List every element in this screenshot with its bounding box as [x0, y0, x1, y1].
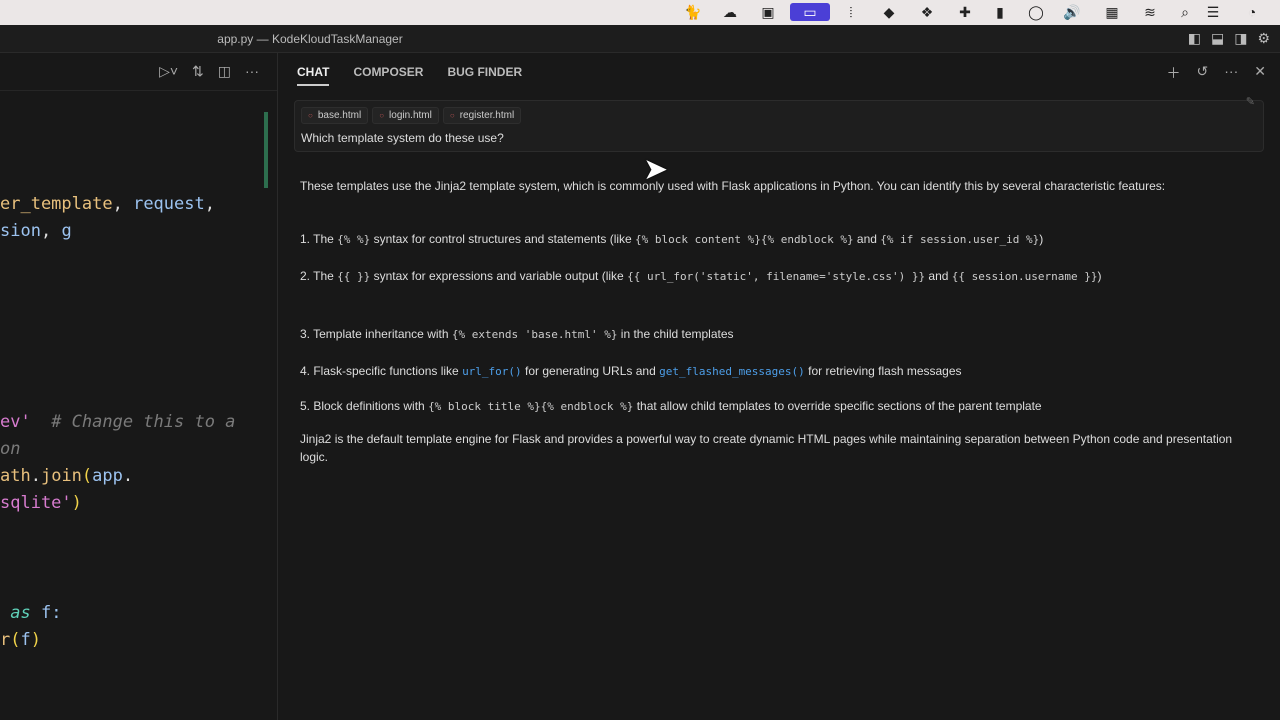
- tab-chat[interactable]: CHAT: [297, 65, 330, 86]
- code-token: .: [122, 466, 134, 486]
- mouse-cursor-icon: ➤: [643, 153, 669, 186]
- macos-menubar: 🐈 ☁ ▣ ▭ ⦙ ◆ ❖ ✚ ▮ ◯ 🔊 ▦ ≋ ⌕ ☰ ◔: [0, 0, 1280, 25]
- answer-point-4: 4. Flask-specific functions like url_for…: [300, 364, 962, 378]
- code-token: ath: [0, 466, 31, 486]
- code-token: sqlite': [0, 493, 72, 513]
- title-bar: app.py — KodeKloudTaskManager ◧ ⬓ ◨ ⚙: [0, 25, 1280, 53]
- context-chip[interactable]: ○ login.html: [372, 107, 439, 124]
- close-icon[interactable]: ✕: [1254, 63, 1266, 83]
- code-token: ev': [0, 412, 31, 432]
- toggle-secondary-sidebar-icon[interactable]: ◨: [1234, 30, 1247, 47]
- tab-bug-finder[interactable]: BUG FINDER: [447, 65, 522, 86]
- plugin-icon[interactable]: ✚: [955, 3, 975, 21]
- code-line: sqlite'): [0, 493, 82, 513]
- user-message[interactable]: ○ base.html ○ login.html ○ register.html Wh…: [294, 96, 1264, 152]
- question-text: Which template system do these use?: [301, 131, 504, 145]
- code-token: sion: [0, 221, 41, 241]
- film-icon[interactable]: ▮: [990, 3, 1010, 21]
- code-token: ): [71, 493, 82, 513]
- chip-label: base.html: [317, 110, 362, 121]
- answer-point-1: 1. The {% %} syntax for control structur…: [300, 232, 1044, 246]
- code-token: ,: [204, 194, 215, 214]
- window-title: app.py — KodeKloudTaskManager: [217, 32, 403, 46]
- script-icon[interactable]: ▣: [758, 3, 778, 21]
- chip-label: register.html: [459, 110, 515, 121]
- code-token: r: [0, 630, 11, 650]
- toggle-primary-sidebar-icon[interactable]: ◧: [1188, 30, 1201, 47]
- toggle-panel-icon[interactable]: ⬓: [1211, 30, 1224, 47]
- more-actions-icon[interactable]: ···: [245, 63, 259, 80]
- chat-panel: CHAT COMPOSER BUG FINDER ＋ ↺ ··· ✕ ○ base…: [279, 53, 1280, 720]
- code-line: sion, g: [0, 221, 72, 241]
- tab-composer[interactable]: COMPOSER: [353, 65, 423, 86]
- wifi-icon[interactable]: ≋: [1140, 3, 1160, 21]
- dropbox-icon[interactable]: ❖: [917, 3, 937, 21]
- search-icon[interactable]: ⌕: [1175, 3, 1195, 21]
- scroll-indicator[interactable]: [264, 112, 268, 188]
- code-line: r(f): [0, 630, 41, 650]
- clock-icon[interactable]: ◔: [1242, 3, 1262, 21]
- code-token: ,: [40, 221, 62, 241]
- circle-icon[interactable]: ◯: [1026, 3, 1046, 21]
- code-token: join: [40, 466, 82, 486]
- split-editor-icon[interactable]: ◫: [218, 63, 231, 80]
- code-line: ath.join(app.: [0, 466, 133, 486]
- settings-gear-icon[interactable]: ⚙: [1257, 30, 1270, 47]
- code-token: app: [92, 466, 123, 486]
- new-chat-icon[interactable]: ＋: [1167, 63, 1181, 83]
- code-line: er_template, request,: [0, 194, 215, 214]
- code-token: on: [0, 439, 21, 459]
- code-token: # Change this to a: [30, 412, 236, 432]
- evernote-icon[interactable]: ◆: [879, 3, 899, 21]
- answer-point-5: 5. Block definitions with {% block title…: [300, 399, 1042, 413]
- code-token: ): [30, 630, 41, 650]
- grid-icon[interactable]: ▦: [1102, 3, 1122, 21]
- answer-point-2: 2. The {{ }} syntax for expressions and …: [300, 269, 1102, 283]
- code-token: .: [30, 466, 41, 486]
- code-line: as f:: [0, 603, 61, 623]
- context-chip[interactable]: ○ base.html: [301, 107, 369, 124]
- audio-icon[interactable]: ⦙: [841, 3, 861, 21]
- code-line: ev' # Change this to a: [0, 412, 235, 432]
- answer-outro: Jinja2 is the default template engine fo…: [300, 432, 1233, 464]
- source-control-icon[interactable]: ⇅: [192, 63, 204, 80]
- volume-icon[interactable]: 🔊: [1062, 3, 1082, 21]
- code-token: as: [0, 603, 31, 623]
- history-icon[interactable]: ↺: [1197, 63, 1209, 83]
- edit-icon[interactable]: ✎: [1246, 95, 1255, 108]
- context-chip[interactable]: ○ register.html: [442, 107, 522, 124]
- code-line: on: [0, 439, 20, 459]
- code-token: ,: [112, 194, 134, 214]
- code-token: (: [81, 466, 93, 486]
- code-token: er_template: [0, 194, 113, 214]
- run-icon[interactable]: ▷˅: [159, 63, 178, 80]
- code-token: f: [20, 630, 31, 650]
- code-editor[interactable]: ▷˅ ⇅ ◫ ··· er_template, request, sion, ge…: [0, 53, 278, 720]
- code-token: f:: [30, 603, 62, 623]
- code-token: request: [133, 194, 205, 214]
- control-center-icon[interactable]: ☰: [1203, 3, 1223, 21]
- answer-intro: These templates use the Jinja2 template …: [300, 179, 1166, 193]
- chip-label: login.html: [389, 110, 432, 121]
- code-link[interactable]: get_flashed_messages(): [659, 365, 805, 378]
- code-link[interactable]: url_for(): [462, 365, 522, 378]
- cloud-icon[interactable]: ☁: [720, 3, 740, 21]
- more-icon[interactable]: ···: [1224, 63, 1238, 83]
- screen-share-icon[interactable]: ▭: [790, 3, 830, 21]
- code-token: (: [10, 630, 21, 650]
- answer-point-3: 3. Template inheritance with {% extends …: [300, 327, 734, 341]
- cat-icon[interactable]: 🐈: [683, 3, 703, 21]
- code-token: g: [61, 221, 72, 241]
